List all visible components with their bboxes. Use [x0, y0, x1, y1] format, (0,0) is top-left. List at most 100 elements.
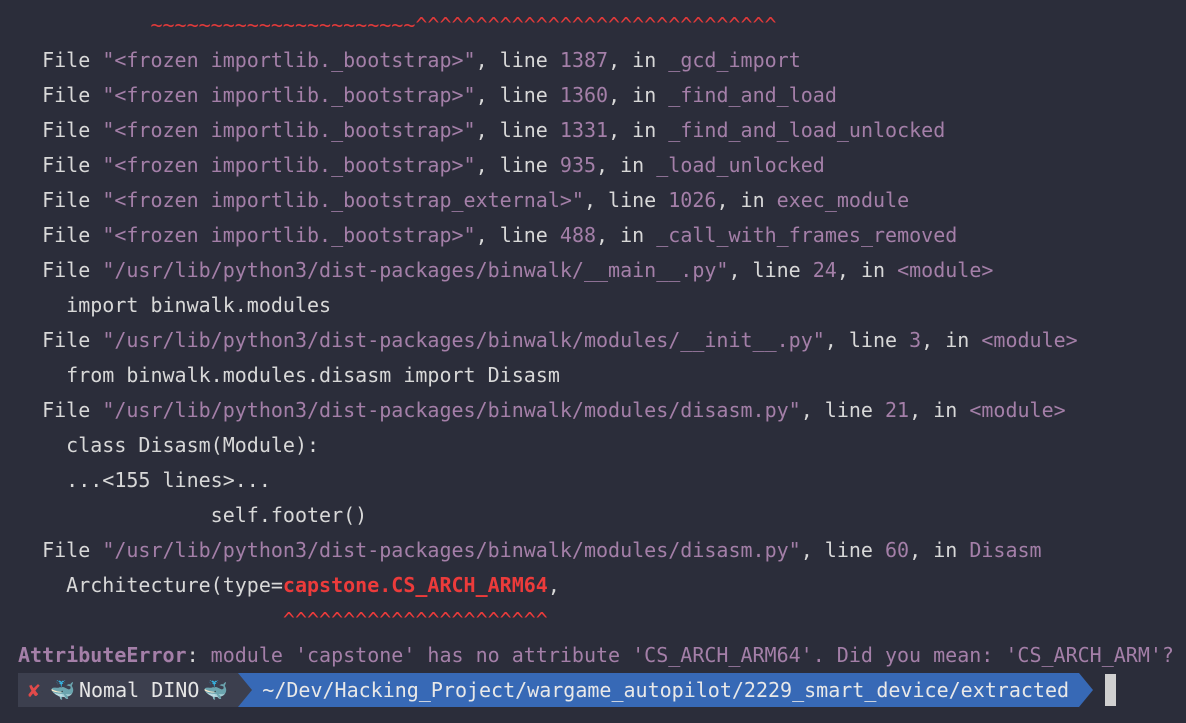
- in-label: in: [632, 118, 669, 142]
- file-label: File: [42, 398, 103, 422]
- frame-line: 1026: [668, 188, 717, 212]
- traceback-frame: File "<frozen importlib._bootstrap>", li…: [42, 223, 958, 247]
- file-label: File: [42, 188, 103, 212]
- squiggle-tildes: ~~~~~~~~~~~~~~~~~~~~~~: [150, 13, 416, 37]
- line-label: line: [824, 398, 886, 422]
- powerline-separator: [238, 673, 253, 707]
- frame-file: "<frozen importlib._bootstrap>": [102, 83, 476, 107]
- in-label: in: [933, 398, 970, 422]
- frame-file: "<frozen importlib._bootstrap>": [102, 48, 476, 72]
- frame-file: "<frozen importlib._bootstrap>": [102, 153, 476, 177]
- frame-line: 1387: [559, 48, 609, 72]
- frame-code-text: import binwalk.modules: [66, 293, 332, 317]
- code-highlight: capstone.CS_ARCH_ARM64: [282, 573, 548, 597]
- frame-line: 488: [559, 223, 597, 247]
- in-label: in: [632, 83, 669, 107]
- frame-func: _call_with_frames_removed: [656, 223, 958, 247]
- traceback-frame: File "/usr/lib/python3/dist-packages/bin…: [42, 398, 1066, 422]
- file-label: File: [42, 328, 103, 352]
- error-name: AttributeError: [18, 643, 187, 667]
- powerline-separator: [1079, 673, 1094, 707]
- frame-line: 935: [559, 153, 597, 177]
- frame-line: 3: [909, 328, 922, 352]
- file-label: File: [42, 538, 103, 562]
- frame-func: _find_and_load: [668, 83, 837, 107]
- frame-func: <module>: [969, 398, 1066, 422]
- frame-file: "/usr/lib/python3/dist-packages/binwalk/…: [102, 328, 825, 352]
- traceback-frame: File "<frozen importlib._bootstrap>", li…: [42, 153, 825, 177]
- traceback-frame: File "/usr/lib/python3/dist-packages/bin…: [42, 258, 994, 282]
- frame-file: "<frozen importlib._bootstrap_external>": [102, 188, 584, 212]
- frame-code: import binwalk.modules: [18, 288, 1184, 323]
- caret-markers: ^^^^^^^^^^^^^^^^^^^^^^: [282, 608, 548, 632]
- shell-prompt: ✘ 🐳 Nomal DINO 🐳 ~/Dev/Hacking_Project/warg…: [18, 673, 1117, 707]
- frame-func: <module>: [981, 328, 1078, 352]
- in-label: in: [632, 48, 669, 72]
- frame-func: _gcd_import: [668, 48, 801, 72]
- frame-file: "<frozen importlib._bootstrap>": [102, 223, 476, 247]
- frame-line: 1331: [559, 118, 609, 142]
- frame-line: 60: [885, 538, 910, 562]
- line-label: line: [499, 48, 560, 72]
- frame-code-text: class Disasm(Module):: [66, 433, 320, 457]
- whale-icon: 🐳: [203, 678, 229, 702]
- file-label: File: [42, 48, 103, 72]
- frame-line: 21: [885, 398, 910, 422]
- in-label: in: [933, 538, 970, 562]
- traceback-frame: File "/usr/lib/python3/dist-packages/bin…: [42, 538, 1042, 562]
- prompt-path-segment: ~/Dev/Hacking_Project/wargame_autopilot/…: [252, 673, 1080, 707]
- frame-line: 24: [812, 258, 837, 282]
- line-label: line: [824, 538, 886, 562]
- file-label: File: [42, 83, 103, 107]
- traceback-frame: File "<frozen importlib._bootstrap>", li…: [42, 118, 946, 142]
- prompt-user-segment: ✘ 🐳 Nomal DINO 🐳: [18, 673, 239, 707]
- frame-func: _load_unlocked: [656, 153, 825, 177]
- squiggle-carets: ^^^^^^^^^^^^^^^^^^^^^^^^^^^^^^: [415, 13, 777, 37]
- file-label: File: [42, 223, 103, 247]
- line-label: line: [499, 153, 560, 177]
- traceback-frame: File "<frozen importlib._bootstrap_exter…: [42, 188, 910, 212]
- frame-func: _find_and_load_unlocked: [668, 118, 946, 142]
- in-label: in: [945, 328, 982, 352]
- frame-file: "<frozen importlib._bootstrap>": [102, 118, 476, 142]
- frame-file: "/usr/lib/python3/dist-packages/binwalk/…: [102, 258, 729, 282]
- traceback-frame: File "/usr/lib/python3/dist-packages/bin…: [42, 328, 1078, 352]
- elided-code-text: self.footer(): [210, 503, 368, 527]
- in-label: in: [860, 258, 898, 282]
- error-line: AttributeError: module 'capstone' has no…: [18, 643, 1174, 667]
- traceback-frame: File "<frozen importlib._bootstrap>", li…: [42, 83, 837, 107]
- file-label: File: [42, 153, 103, 177]
- elided-lines: ...<155 lines>...: [18, 463, 1184, 498]
- frame-file: "/usr/lib/python3/dist-packages/binwalk/…: [102, 538, 801, 562]
- line-label: line: [608, 188, 669, 212]
- in-label: in: [620, 153, 657, 177]
- in-label: in: [740, 188, 777, 212]
- line-label: line: [499, 223, 560, 247]
- frame-code: class Disasm(Module):: [18, 428, 1184, 463]
- whale-icon: 🐳: [50, 678, 75, 702]
- code-prefix: Architecture(type=: [66, 573, 283, 597]
- traceback-frame: File "<frozen importlib._bootstrap>", li…: [42, 48, 801, 72]
- line-label: line: [752, 258, 813, 282]
- frame-line: 1360: [559, 83, 609, 107]
- error-message: module 'capstone' has no attribute 'CS_A…: [210, 643, 1174, 667]
- terminal-cursor[interactable]: [1105, 674, 1117, 706]
- line-label: line: [499, 118, 560, 142]
- file-label: File: [42, 118, 103, 142]
- frame-func: Disasm: [969, 538, 1042, 562]
- code-suffix: ,: [547, 573, 560, 597]
- elided-code: self.footer(): [18, 498, 1184, 533]
- frame-code: from binwalk.modules.disasm import Disas…: [18, 358, 1184, 393]
- file-label: File: [42, 258, 103, 282]
- line-label: line: [499, 83, 560, 107]
- prompt-path: ~/Dev/Hacking_Project/wargame_autopilot/…: [262, 678, 1070, 702]
- caret-line: ^^^^^^^^^^^^^^^^^^^^^^: [18, 603, 1184, 638]
- frame-file: "/usr/lib/python3/dist-packages/binwalk/…: [102, 398, 801, 422]
- frame-code: Architecture(type=capstone.CS_ARCH_ARM64…: [18, 568, 1184, 603]
- prompt-user-label: Nomal DINO: [78, 678, 200, 702]
- in-label: in: [620, 223, 657, 247]
- frame-code-text: from binwalk.modules.disasm import Disas…: [66, 363, 560, 387]
- elided-text: ...<155 lines>...: [66, 468, 271, 492]
- frame-func: exec_module: [776, 188, 910, 212]
- line-label: line: [848, 328, 910, 352]
